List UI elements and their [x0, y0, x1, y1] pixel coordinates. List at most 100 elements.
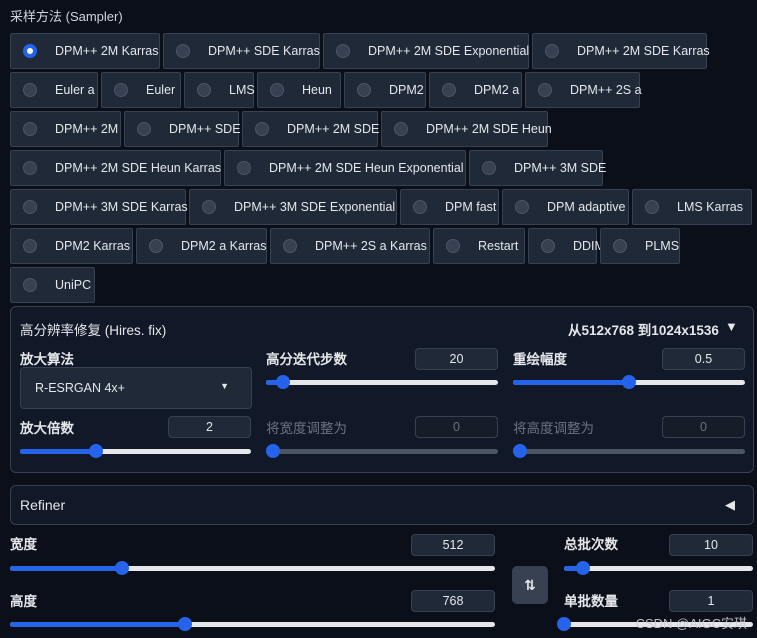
sampler-radio-row: UniPC [10, 267, 755, 303]
slider-thumb[interactable] [622, 375, 636, 389]
radio-button-icon[interactable] [336, 44, 350, 58]
sampler-option[interactable]: LMS Karras [632, 189, 752, 225]
slider-thumb[interactable] [276, 375, 291, 389]
radio-button-icon[interactable] [394, 122, 408, 136]
sampler-option[interactable]: DPM fast [400, 189, 499, 225]
slider-thumb[interactable] [89, 444, 104, 458]
expand-icon[interactable]: ◀ [725, 497, 735, 513]
sampler-option[interactable]: DPM++ 3M SDE Exponential [189, 189, 397, 225]
sampler-option[interactable]: DPM++ 2M SDE [242, 111, 379, 147]
resize-width-input[interactable]: 0 [415, 416, 498, 438]
resize-height-label: 将高度调整为 [513, 421, 594, 436]
sampler-option[interactable]: DPM++ 2M [10, 111, 121, 147]
width-slider[interactable] [10, 561, 495, 575]
sampler-option[interactable]: DPM++ 3M SDE [469, 150, 606, 186]
slider-thumb[interactable] [177, 617, 192, 631]
radio-button-icon[interactable] [270, 83, 284, 97]
slider-thumb[interactable] [266, 444, 280, 458]
radio-button-icon[interactable] [482, 161, 496, 175]
sampler-option[interactable]: UniPC [10, 267, 95, 303]
sampler-option[interactable]: DPM2 Karras [10, 228, 133, 264]
sampler-option[interactable]: DPM adaptive [502, 189, 629, 225]
radio-button-icon[interactable] [23, 44, 37, 58]
resize-width-slider[interactable] [266, 444, 498, 458]
denoise-input[interactable]: 0.5 [662, 348, 745, 370]
refiner-panel[interactable]: Refiner ◀ [10, 485, 754, 525]
swap-dimensions-button[interactable]: ⇅ [512, 566, 548, 604]
sampler-option[interactable]: Euler a [10, 72, 98, 108]
radio-button-icon[interactable] [645, 200, 659, 214]
sampler-radio-row: DPM++ 3M SDE Karras DPM++ 3M SDE Exponent… [10, 189, 755, 225]
radio-button-icon[interactable] [442, 83, 456, 97]
sampler-option[interactable]: DPM++ 3M SDE Karras [10, 189, 188, 225]
upscale-by-input[interactable]: 2 [168, 416, 251, 438]
hires-steps-slider[interactable] [266, 375, 498, 389]
radio-button-icon[interactable] [23, 83, 37, 97]
radio-button-icon[interactable] [202, 200, 216, 214]
radio-button-icon[interactable] [23, 200, 37, 214]
batch-size-input[interactable]: 1 [669, 590, 753, 612]
sampler-option[interactable]: DPM++ 2S a Karras [270, 228, 430, 264]
radio-button-icon[interactable] [149, 239, 163, 253]
sampler-option-label: UniPC [55, 278, 92, 292]
upscale-by-slider[interactable] [20, 444, 251, 458]
denoise-slider[interactable] [513, 375, 745, 389]
radio-button-icon[interactable] [23, 239, 37, 253]
height-slider[interactable] [10, 617, 495, 631]
radio-button-icon[interactable] [545, 44, 559, 58]
sampler-option[interactable]: DPM++ 2M SDE Heun Exponential [224, 150, 466, 186]
width-input[interactable]: 512 [411, 534, 495, 556]
radio-button-icon[interactable] [541, 239, 555, 253]
radio-button-icon[interactable] [237, 161, 251, 175]
radio-button-icon[interactable] [613, 239, 627, 253]
sampler-option[interactable]: DPM2 a [429, 72, 522, 108]
radio-button-icon[interactable] [23, 161, 37, 175]
sampler-option[interactable]: DPM2 a Karras [136, 228, 267, 264]
radio-button-icon[interactable] [283, 239, 297, 253]
collapse-icon[interactable]: ▼ [725, 319, 738, 334]
resize-height-input[interactable]: 0 [662, 416, 745, 438]
upscaler-value: R-ESRGAN 4x+ [35, 381, 125, 395]
radio-button-icon[interactable] [23, 278, 37, 292]
radio-button-icon[interactable] [23, 122, 37, 136]
slider-thumb[interactable] [513, 444, 527, 458]
sampler-option[interactable]: Euler [101, 72, 181, 108]
slider-thumb[interactable] [115, 561, 130, 575]
height-input[interactable]: 768 [411, 590, 495, 612]
sampler-option[interactable]: DPM2 [344, 72, 426, 108]
radio-button-icon[interactable] [197, 83, 211, 97]
radio-button-icon[interactable] [446, 239, 460, 253]
sampler-option[interactable]: Restart [433, 228, 525, 264]
sampler-option-label: DPM++ 2M Karras [55, 44, 159, 58]
batch-count-slider[interactable] [564, 561, 753, 575]
sampler-option-label: DPM2 Karras [55, 239, 131, 253]
radio-button-icon[interactable] [357, 83, 371, 97]
radio-button-icon[interactable] [538, 83, 552, 97]
sampler-option[interactable]: DPM++ 2M SDE Heun Karras [10, 150, 221, 186]
hires-steps-input[interactable]: 20 [415, 348, 498, 370]
sampler-option[interactable]: DPM++ 2M SDE Exponential [323, 33, 529, 69]
sampler-option[interactable]: DDIM [528, 228, 605, 264]
radio-button-icon[interactable] [114, 83, 128, 97]
sampler-option[interactable]: Heun [257, 72, 341, 108]
sampler-option[interactable]: DPM++ 2M SDE Karras [532, 33, 710, 69]
radio-button-icon[interactable] [137, 122, 151, 136]
slider-thumb[interactable] [575, 561, 590, 575]
sampler-option-label: DPM++ 2S a [570, 83, 642, 97]
radio-button-icon[interactable] [515, 200, 529, 214]
sampler-option[interactable]: DPM++ 2S a [525, 72, 642, 108]
upscaler-dropdown[interactable]: R-ESRGAN 4x+ ▼ [20, 367, 252, 409]
resize-height-slider[interactable] [513, 444, 745, 458]
radio-button-icon[interactable] [176, 44, 190, 58]
sampler-option[interactable]: DPM++ 2M Karras [10, 33, 160, 69]
sampler-option[interactable]: LMS [184, 72, 255, 108]
slider-thumb[interactable] [557, 617, 571, 631]
batch-count-input[interactable]: 10 [669, 534, 753, 556]
radio-button-icon[interactable] [255, 122, 269, 136]
radio-button-icon[interactable] [413, 200, 427, 214]
sampler-option[interactable]: DPM++ SDE [124, 111, 241, 147]
sampler-option[interactable]: DPM++ 2M SDE Heun [381, 111, 552, 147]
sampler-option[interactable]: DPM++ SDE Karras [163, 33, 320, 69]
sampler-option[interactable]: PLMS [600, 228, 680, 264]
hires-title[interactable]: 高分辨率修复 (Hires. fix) [20, 319, 166, 339]
